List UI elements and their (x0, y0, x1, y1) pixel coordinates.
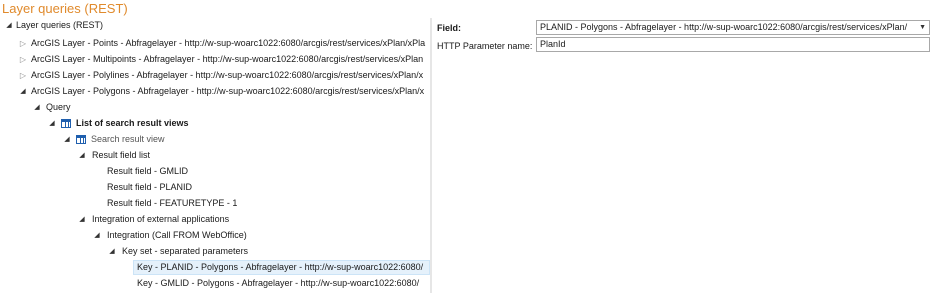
table-view-icon (76, 135, 86, 144)
expanded-arrow-icon[interactable]: ◢ (62, 132, 72, 147)
tree-item-integration-external-apps[interactable]: ◢ Integration of external applications (0, 212, 430, 227)
tree-item-key-planid[interactable]: Key - PLANID - Polygons - Abfragelayer -… (0, 260, 430, 275)
tree-item-result-field-featuretype[interactable]: Result field - FEATURETYPE - 1 (0, 196, 430, 211)
page-title: Layer queries (REST) (2, 1, 128, 16)
tree-item-layer-polygons[interactable]: ◢ ArcGIS Layer - Polygons - Abfragelayer… (0, 84, 430, 99)
tree-item-layer-multipoints[interactable]: ▷ ArcGIS Layer - Multipoints - Abfragela… (0, 52, 430, 67)
tree-item-result-field-planid[interactable]: Result field - PLANID (0, 180, 430, 195)
tree-item-query[interactable]: ◢ Query (0, 100, 430, 115)
collapsed-arrow-icon[interactable]: ▷ (18, 68, 28, 83)
tree-item-result-field-list[interactable]: ◢ Result field list (0, 148, 430, 163)
expanded-arrow-icon[interactable]: ◢ (47, 116, 57, 131)
tree-item-search-result-view[interactable]: ◢ Search result view (0, 132, 430, 147)
expanded-arrow-icon[interactable]: ◢ (92, 228, 102, 243)
expanded-arrow-icon[interactable]: ◢ (32, 100, 42, 115)
tree-item-key-gmlid[interactable]: Key - GMLID - Polygons - Abfragelayer - … (0, 276, 430, 291)
field-label: Field: (437, 23, 461, 33)
expanded-arrow-icon[interactable]: ◢ (4, 18, 14, 33)
expanded-arrow-icon[interactable]: ◢ (107, 244, 117, 259)
field-select-value: PLANID - Polygons - Abfragelayer - http:… (540, 22, 908, 32)
http-parameter-input[interactable]: PlanId (536, 37, 930, 52)
table-view-icon (61, 119, 71, 128)
expanded-arrow-icon[interactable]: ◢ (77, 148, 87, 163)
tree-item-layer-queries[interactable]: ◢ Layer queries (REST) (0, 18, 430, 33)
tree-item-layer-points[interactable]: ▷ ArcGIS Layer - Points - Abfragelayer -… (0, 36, 430, 51)
tree-item-result-field-gmlid[interactable]: Result field - GMLID (0, 164, 430, 179)
collapsed-arrow-icon[interactable]: ▷ (18, 36, 28, 51)
field-select[interactable]: PLANID - Polygons - Abfragelayer - http:… (536, 20, 930, 35)
expanded-arrow-icon[interactable]: ◢ (18, 84, 28, 99)
tree-item-layer-polylines[interactable]: ▷ ArcGIS Layer - Polylines - Abfragelaye… (0, 68, 430, 83)
tree-item-key-set[interactable]: ◢ Key set - separated parameters (0, 244, 430, 259)
layer-query-tree: ◢ Layer queries (REST) ▷ ArcGIS Layer - … (0, 18, 430, 293)
collapsed-arrow-icon[interactable]: ▷ (18, 52, 28, 67)
chevron-down-icon[interactable]: ▼ (919, 21, 926, 34)
tree-item-list-of-search-result-views[interactable]: ◢ List of search result views (0, 116, 430, 131)
pane-splitter[interactable] (430, 18, 432, 293)
http-parameter-label: HTTP Parameter name: (437, 41, 533, 51)
tree-item-integration-call[interactable]: ◢ Integration (Call FROM WebOffice) (0, 228, 430, 243)
expanded-arrow-icon[interactable]: ◢ (77, 212, 87, 227)
